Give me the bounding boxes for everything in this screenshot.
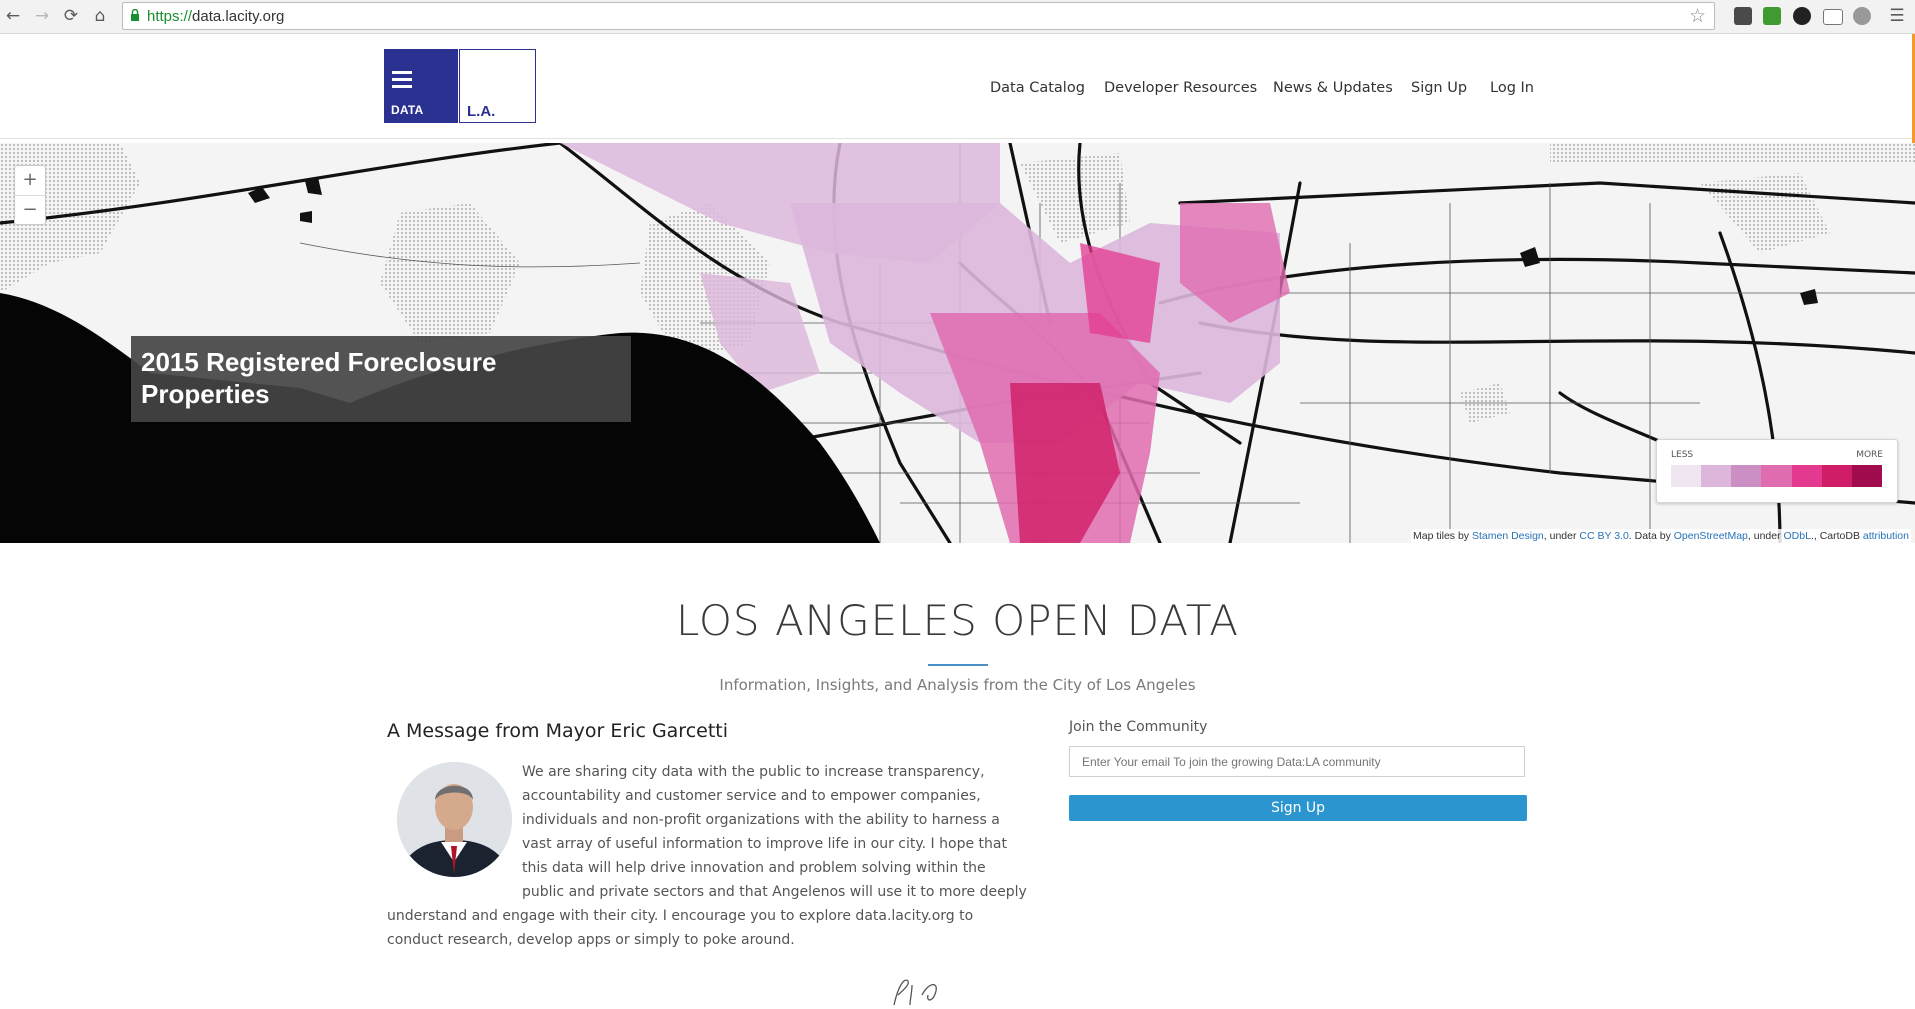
page-subtitle: Information, Insights, and Analysis from… xyxy=(719,676,1196,694)
zoom-control: + − xyxy=(14,165,46,225)
legend-swatch xyxy=(1851,465,1882,487)
forward-icon[interactable]: → xyxy=(31,5,53,27)
logo-la-text: L.A. xyxy=(467,103,496,120)
legend-swatch xyxy=(1821,465,1852,487)
legend-swatch xyxy=(1671,465,1702,487)
nav-data-catalog[interactable]: Data Catalog xyxy=(990,80,1085,96)
home-icon[interactable]: ⌂ xyxy=(89,5,111,27)
legend-swatch xyxy=(1701,465,1732,487)
url-text: https://data.lacity.org xyxy=(147,8,285,25)
legend-more-label: MORE xyxy=(1856,450,1883,460)
join-community-label: Join the Community xyxy=(1069,719,1208,735)
data-la-logo[interactable]: DATA L.A. xyxy=(384,49,536,123)
title-divider xyxy=(928,664,988,666)
zoom-in-button[interactable]: + xyxy=(15,166,45,196)
browser-toolbar: ← → ⟳ ⌂ https://data.lacity.org ☆ ☰ xyxy=(0,0,1915,34)
email-field[interactable] xyxy=(1069,746,1525,777)
legend-swatch xyxy=(1731,465,1762,487)
legend-swatch xyxy=(1791,465,1822,487)
extension-feedly-icon[interactable] xyxy=(1763,7,1781,25)
nav-sign-up[interactable]: Sign Up xyxy=(1411,80,1467,96)
extension-color-icon[interactable] xyxy=(1793,7,1811,25)
logo-data-text: DATA xyxy=(391,103,424,117)
logo-right-block: L.A. xyxy=(459,49,536,123)
nav-log-in[interactable]: Log In xyxy=(1490,80,1534,96)
site-header: DATA L.A. Data Catalog Developer Resourc… xyxy=(0,34,1915,224)
legend-less-label: LESS xyxy=(1671,450,1694,460)
menu-icon[interactable]: ☰ xyxy=(1886,5,1908,27)
nav-developer-resources[interactable]: Developer Resources xyxy=(1104,80,1257,96)
zoom-out-button[interactable]: − xyxy=(15,196,45,225)
map-legend: LESS MORE xyxy=(1656,439,1898,503)
map-attribution: Map tiles by Stamen Design, under CC BY … xyxy=(1411,529,1911,543)
logo-menu-icon xyxy=(392,71,412,92)
address-bar[interactable]: https://data.lacity.org ☆ xyxy=(122,2,1715,30)
stamen-link[interactable]: Stamen Design xyxy=(1472,530,1544,542)
mayor-message-heading: A Message from Mayor Eric Garcetti xyxy=(387,720,729,742)
map-caption: 2015 Registered Foreclosure Properties xyxy=(131,336,631,422)
map-caption-title: 2015 Registered Foreclosure Properties xyxy=(141,347,497,409)
lock-icon xyxy=(131,9,139,21)
legend-color-scale xyxy=(1671,465,1882,487)
page-title: LOS ANGELES OPEN DATA xyxy=(675,596,1240,645)
logo-left-block: DATA xyxy=(384,49,458,123)
odbl-link[interactable]: ODbL xyxy=(1784,530,1811,542)
nav-news-updates[interactable]: News & Updates xyxy=(1273,80,1393,96)
sign-up-button[interactable]: Sign Up xyxy=(1069,795,1527,821)
cc-license-link[interactable]: CC BY 3.0 xyxy=(1579,530,1628,542)
legend-swatch xyxy=(1761,465,1792,487)
mayor-message-text: We are sharing city data with the public… xyxy=(387,764,1027,948)
cast-icon[interactable] xyxy=(1823,9,1843,25)
cartodb-attribution-link[interactable]: attribution xyxy=(1863,530,1909,542)
back-icon[interactable]: ← xyxy=(2,5,24,27)
foreclosure-map[interactable]: + − 2015 Registered Foreclosure Properti… xyxy=(0,143,1915,543)
bookmark-star-icon[interactable]: ☆ xyxy=(1689,5,1706,27)
extension-icon[interactable] xyxy=(1734,7,1752,25)
openstreetmap-link[interactable]: OpenStreetMap xyxy=(1674,530,1748,542)
extension-gear-icon[interactable] xyxy=(1853,7,1871,25)
reload-icon[interactable]: ⟳ xyxy=(60,5,82,27)
mayor-signature-image xyxy=(893,979,937,1006)
